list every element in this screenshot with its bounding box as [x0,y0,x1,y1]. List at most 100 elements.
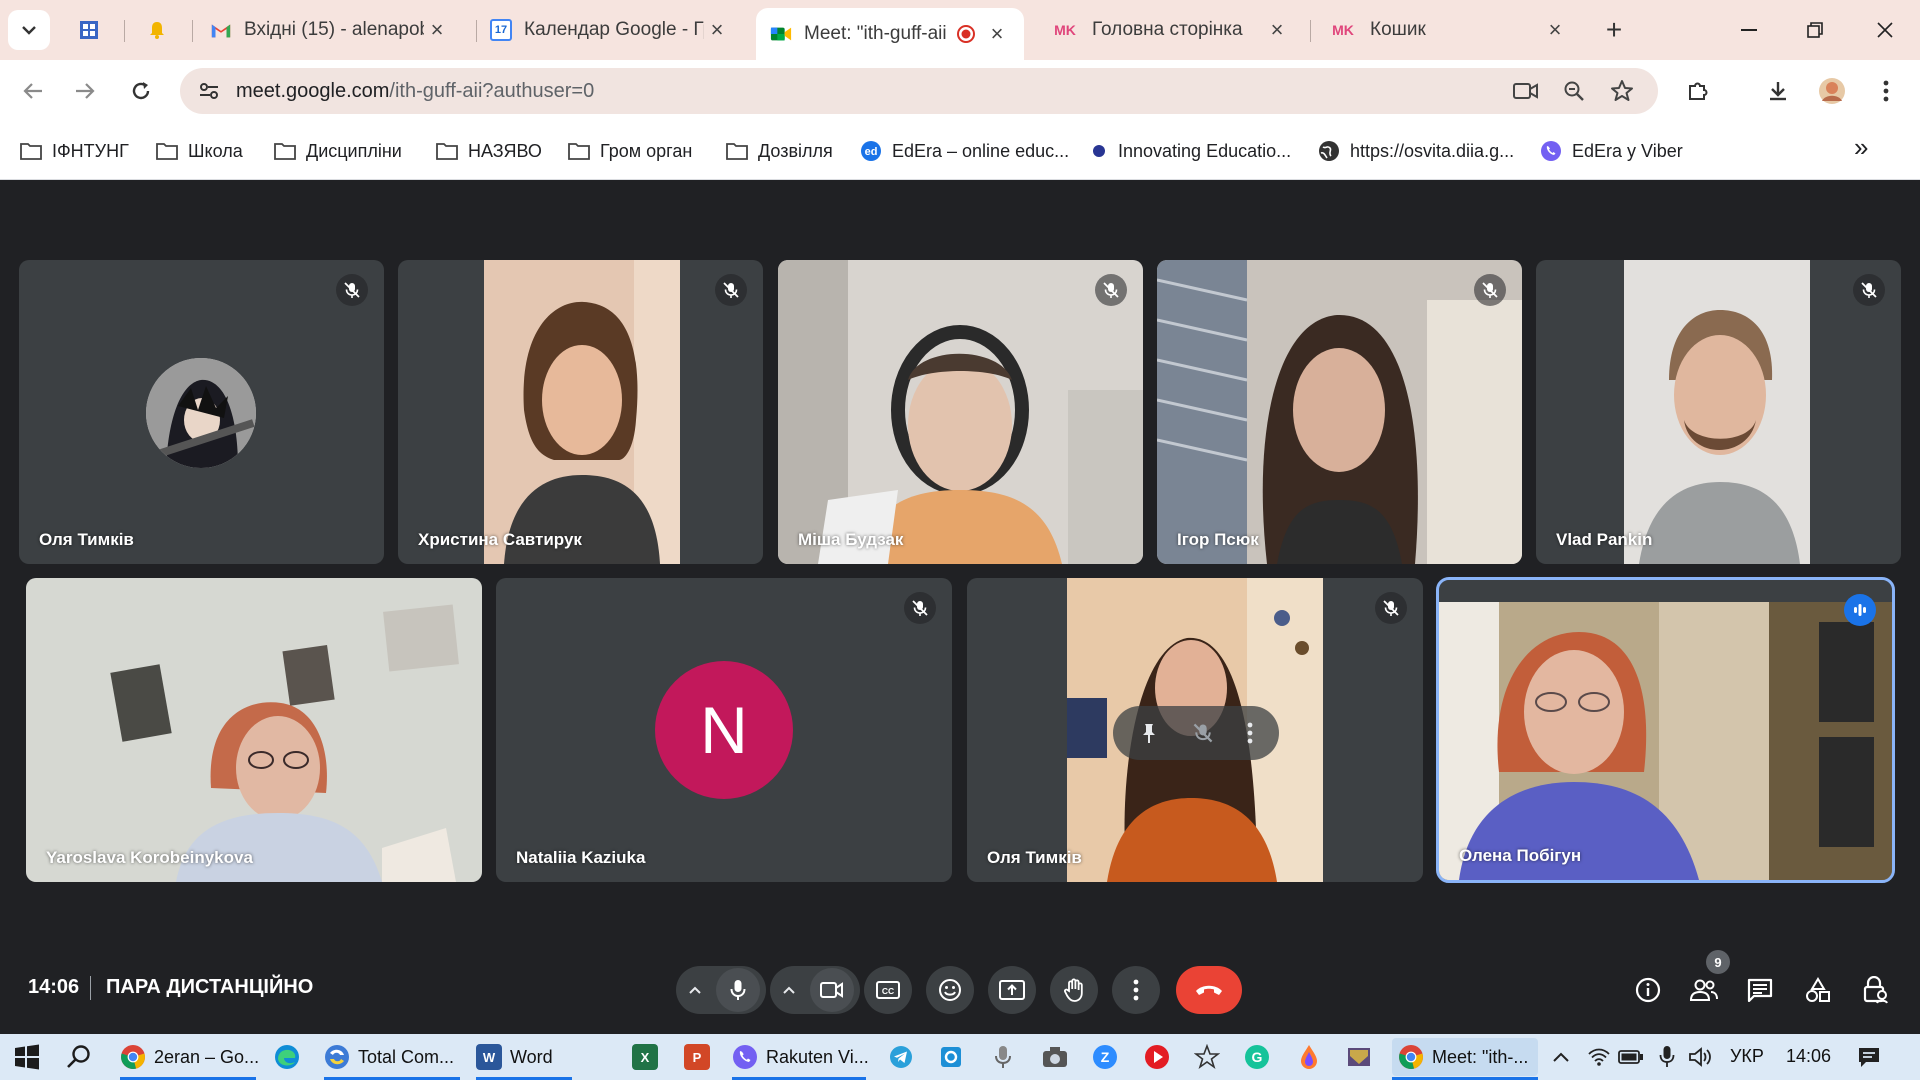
profile-avatar[interactable] [1814,72,1850,110]
bookmark-folder-ifntung[interactable]: ІФНТУНГ [20,138,129,164]
taskbar-telegram[interactable] [886,1042,916,1072]
mic-button[interactable] [716,968,760,1012]
taskbar-chrome-window[interactable]: 2eran – Go... [120,1038,259,1080]
forward-button[interactable] [66,72,104,110]
pin-icon[interactable] [1139,722,1159,744]
tab-mk-cart[interactable]: MK Кошик × [1314,8,1582,52]
people-button[interactable] [1684,970,1724,1010]
tray-network[interactable] [1584,1042,1614,1072]
bookmark-folder-hrom-orhan[interactable]: Гром орган [568,138,692,164]
leave-call-button[interactable] [1176,966,1242,1014]
participant-tile[interactable]: Yaroslava Korobeinykova [26,578,482,882]
extensions-button[interactable] [1680,72,1716,110]
more-options-icon[interactable] [1247,722,1253,744]
tray-battery[interactable] [1616,1042,1646,1072]
participant-tile[interactable]: Оля Тимків [19,260,384,564]
bookmark-folder-dystsypliny[interactable]: Дисципліни [274,138,402,164]
participant-tile[interactable]: Христина Савтирук [398,260,763,564]
taskbar-app-blue[interactable] [936,1042,966,1072]
captions-button[interactable]: CC [864,966,912,1014]
taskbar-video-player[interactable] [1142,1042,1172,1072]
raise-hand-button[interactable] [1050,966,1098,1014]
taskbar-chrome-meet-window[interactable]: Meet: "ith-... [1392,1038,1538,1080]
present-screen-button[interactable] [988,966,1036,1014]
bookmark-star-icon[interactable] [1604,72,1640,110]
reactions-button[interactable] [926,966,974,1014]
search-button[interactable] [64,1042,94,1072]
taskbar-app-drop[interactable] [1294,1042,1324,1072]
close-icon[interactable]: × [984,21,1010,47]
taskbar-microphone-app[interactable] [988,1042,1018,1072]
bookmark-folder-dozvillya[interactable]: Дозвілля [726,138,833,164]
tab-mk-home[interactable]: MK Головна сторінка × [1036,8,1304,52]
taskbar-zoom[interactable]: Z [1090,1042,1120,1072]
url-text[interactable]: meet.google.com/ith-guff-aii?authuser=0 [236,80,594,103]
totalcommander-icon [324,1044,350,1070]
close-icon[interactable]: × [1264,17,1290,43]
minimize-button[interactable] [1724,10,1774,50]
camera-button[interactable] [810,968,854,1012]
chevron-up-icon[interactable] [782,985,796,995]
chat-button[interactable] [1740,970,1780,1010]
host-controls-button[interactable] [1856,970,1896,1010]
tab-meet[interactable]: Meet: "ith-guff-aii × [756,8,1024,60]
taskbar-excel[interactable]: X [632,1038,662,1076]
input-language[interactable]: УКР [1730,1046,1764,1067]
taskbar-app-leaf[interactable] [1192,1042,1222,1072]
tab-search-button[interactable] [8,10,50,50]
mute-participant-icon[interactable] [1192,722,1214,744]
activities-button[interactable] [1798,970,1838,1010]
participant-tile[interactable]: Ігор Псюк [1157,260,1522,564]
taskbar-clock[interactable]: 14:06 [1786,1046,1831,1067]
chevron-up-icon[interactable] [688,985,702,995]
tab-gmail[interactable]: Вхідні (15) - alenapob × [196,8,464,52]
close-icon[interactable]: × [1542,17,1568,43]
taskbar-grammarly[interactable]: G [1242,1042,1272,1072]
action-center-button[interactable] [1854,1042,1884,1072]
participant-tile-active-speaker[interactable]: Олена Побігун [1436,577,1895,883]
bookmark-folder-shkola[interactable]: Школа [156,138,243,164]
tab-notifications[interactable] [132,8,186,52]
taskbar-app-emblem[interactable] [1344,1042,1374,1072]
back-button[interactable] [14,72,52,110]
taskbar-total-commander[interactable]: Total Com... [324,1038,460,1080]
bookmark-folder-nazyavo[interactable]: НАЗЯВО [436,138,542,164]
bookmark-edera-viber[interactable]: EdEra у Viber [1540,138,1683,164]
participant-tile[interactable]: Оля Тимків [967,578,1423,882]
taskbar-word[interactable]: W Word [476,1038,572,1080]
tray-volume[interactable] [1686,1042,1716,1072]
tab-calendar[interactable]: 17 Календар Google - Гр × [476,8,744,52]
meeting-details-button[interactable] [1628,970,1668,1010]
taskbar-edge[interactable] [274,1038,308,1076]
tray-expand-button[interactable] [1546,1042,1576,1072]
bookmark-edera[interactable]: ed EdEra – online educ... [860,138,1069,164]
browser-menu-button[interactable] [1868,72,1904,110]
tab-sheets[interactable] [64,8,118,52]
participant-tile[interactable]: Міша Будзак [778,260,1143,564]
new-tab-button[interactable]: + [1596,12,1632,48]
downloads-button[interactable] [1760,72,1796,110]
participant-tile[interactable]: Vlad Pankin [1536,260,1901,564]
start-button[interactable] [12,1042,42,1072]
participant-tile[interactable]: N Nataliia Kaziuka [496,578,952,882]
more-bookmarks-button[interactable]: » [1854,132,1868,162]
close-icon[interactable]: × [424,17,450,43]
bookmark-innovating-education[interactable]: Innovating Educatio... [1090,138,1291,164]
taskbar-viber[interactable]: Rakuten Vi... [732,1038,869,1080]
site-settings-icon[interactable] [198,80,220,102]
microphone-control[interactable] [676,966,766,1014]
close-icon[interactable]: × [704,17,730,43]
address-bar[interactable]: meet.google.com/ith-guff-aii?authuser=0 [180,68,1658,114]
camera-control[interactable] [770,966,860,1014]
bookmark-osvita-diia[interactable]: https://osvita.diia.g... [1318,138,1514,164]
taskbar-camera-app[interactable] [1040,1042,1070,1072]
tray-microphone[interactable] [1652,1042,1682,1072]
reload-button[interactable] [122,72,160,110]
camera-in-use-icon[interactable] [1508,72,1544,110]
zoom-icon[interactable] [1556,72,1592,110]
video-frame [778,260,1143,564]
taskbar-powerpoint[interactable]: P [684,1038,714,1076]
more-options-button[interactable] [1112,966,1160,1014]
restore-button[interactable] [1790,10,1840,50]
close-window-button[interactable] [1860,10,1910,50]
